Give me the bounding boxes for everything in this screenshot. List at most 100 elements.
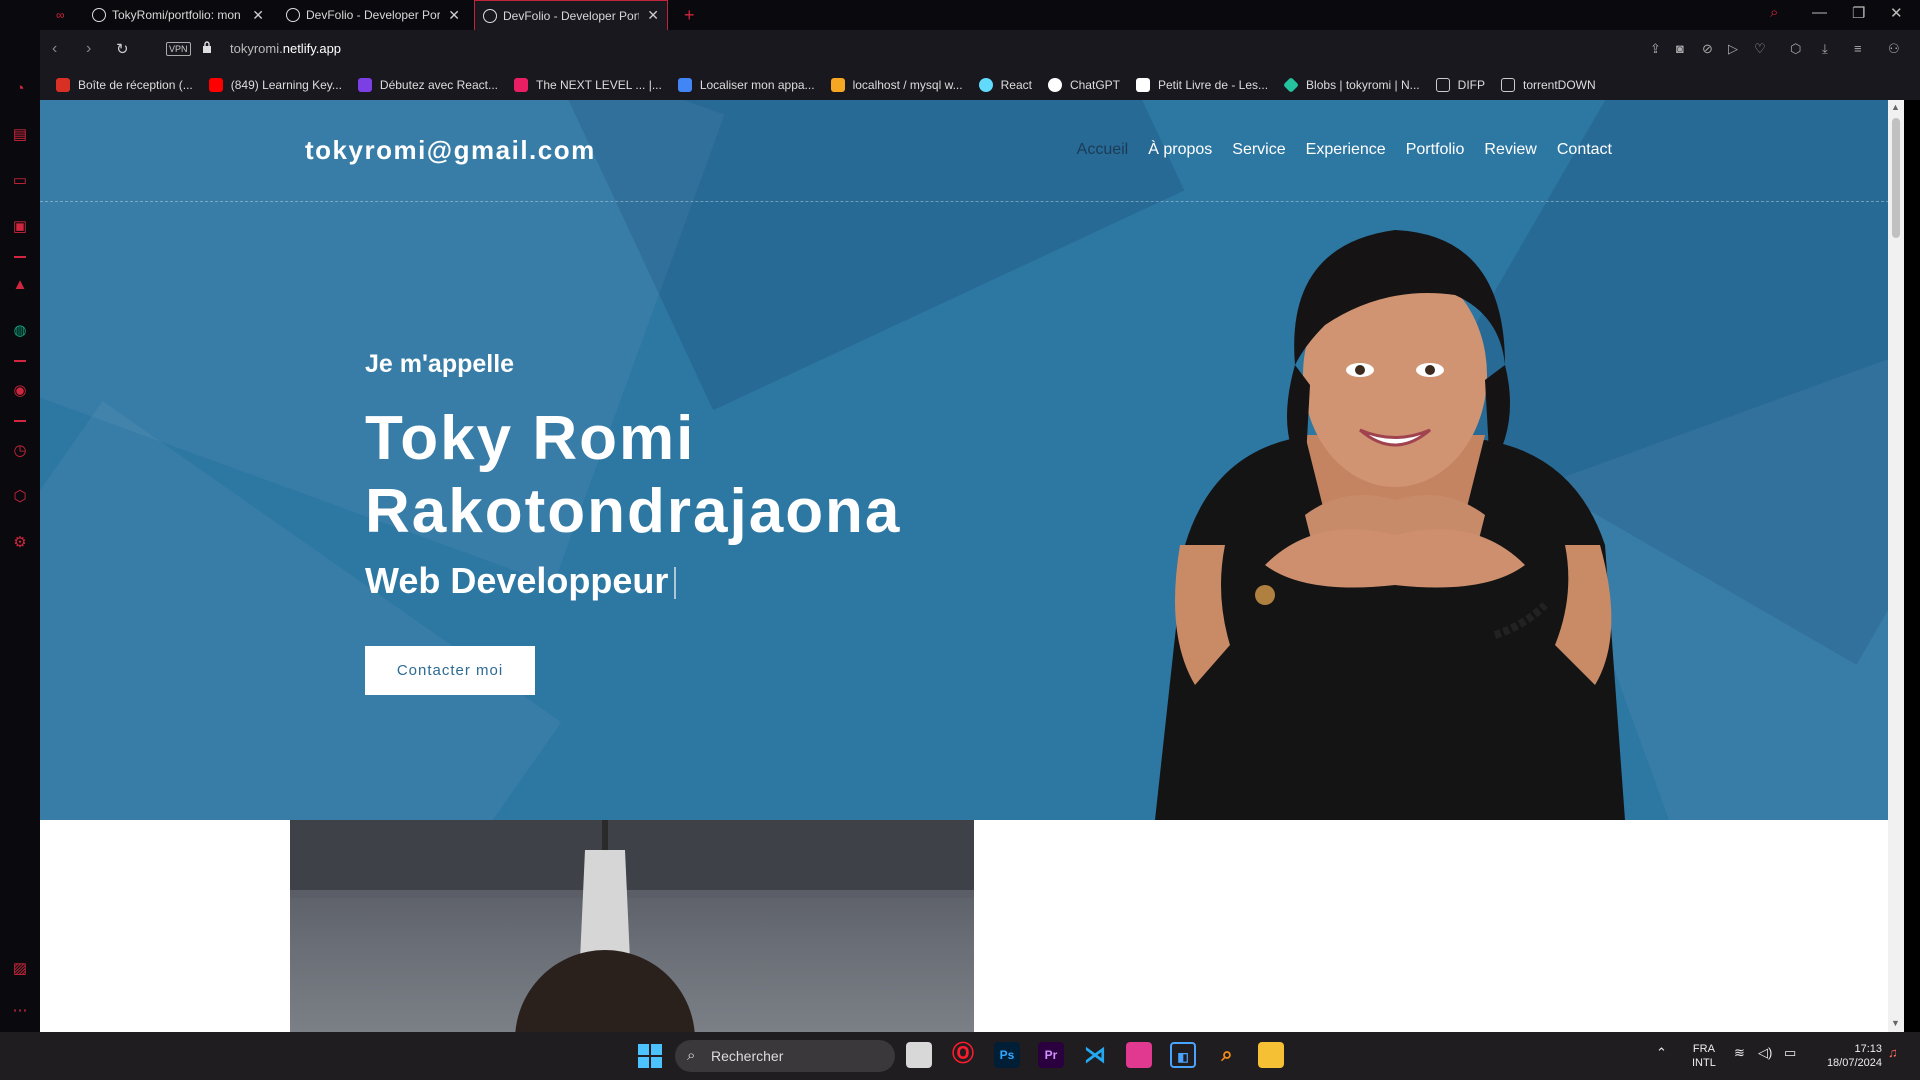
cube-icon[interactable]: ⬡ [11,488,29,506]
close-icon[interactable]: ✕ [647,7,659,24]
twitch-icon[interactable]: ▭ [11,172,29,190]
player-icon[interactable]: ◉ [11,382,29,400]
more-icon[interactable]: ⋯ [11,1002,29,1020]
search-tabs-icon[interactable]: ⌕ [1770,4,1778,21]
search-app-icon[interactable]: ⌕ [1214,1042,1240,1068]
bookmark-localiser[interactable]: Localiser mon appa... [677,78,815,92]
bookmark-petit-livre[interactable]: Petit Livre de - Les... [1135,78,1268,92]
nav-a-propos[interactable]: À propos [1148,141,1212,159]
gallery-icon[interactable]: ▨ [11,960,29,978]
nav-contact[interactable]: Contact [1557,141,1612,159]
sidebar-divider [14,420,26,422]
bookmark-label: Boîte de réception (... [78,78,193,92]
minimize-button[interactable]: — [1812,4,1827,21]
easy-setup-icon[interactable]: ≡ [1854,41,1862,56]
scrollbar-thumb[interactable] [1892,118,1900,238]
back-button[interactable]: ‹ [52,40,57,58]
nav-experience[interactable]: Experience [1306,141,1386,159]
bookmark-netlify-blobs[interactable]: Blobs | tokyromi | N... [1283,77,1420,93]
nav-review[interactable]: Review [1484,141,1536,159]
opera-taskbar-icon[interactable]: Ⓞ [950,1042,976,1068]
tab-islands-icon[interactable]: ∞ [48,0,78,30]
wifi-icon[interactable]: ≋ [1734,1046,1745,1060]
close-window-button[interactable]: ✕ [1890,4,1903,22]
language-indicator[interactable]: FRA INTL [1692,1042,1716,1070]
app-window-icon[interactable]: ◧ [1170,1042,1196,1068]
tab-devfolio[interactable]: DevFolio - Developer Portfo ✕ [278,0,468,30]
clock-date: 18/07/2024 [1826,1057,1882,1069]
bookmark-react-course[interactable]: Débutez avec React... [357,78,498,92]
share-icon[interactable]: ⇪ [1650,41,1661,57]
send-icon[interactable]: ▷ [1728,41,1738,57]
windows-start-icon[interactable] [638,1044,662,1068]
settings-icon[interactable]: ⚙ [11,534,29,552]
download-icon[interactable]: ⤓ [1822,41,1828,57]
restore-button[interactable]: ❐ [1852,4,1865,22]
page-scrollbar[interactable]: ▲ ▼ [1888,100,1904,1032]
taskbar-search[interactable]: ⌕ Rechercher [675,1040,895,1072]
notification-bell-icon[interactable]: ♫ [1888,1046,1898,1060]
close-icon[interactable]: ✕ [252,7,264,24]
extension-icon[interactable]: ▣ [11,218,29,236]
site-logo[interactable]: tokyromi@gmail.com [305,135,596,166]
aria-icon[interactable]: ▲ [11,276,29,294]
volume-icon[interactable]: ◁) [1758,1046,1772,1060]
vpn-badge[interactable]: VPN [166,42,191,56]
bookmark-label: React [1000,78,1032,92]
hero-name-line2: Rakotondrajaona [365,477,902,546]
bookmark-label: Débutez avec React... [379,78,498,92]
bookmark-chatgpt[interactable]: ChatGPT [1047,78,1120,92]
nav-portfolio[interactable]: Portfolio [1406,141,1465,159]
vscode-icon[interactable]: ⋊ [1082,1042,1108,1068]
lock-icon[interactable] [202,41,212,53]
url-text[interactable]: tokyromi.netlify.app [230,41,341,56]
adblock-icon[interactable]: ⊘ [1702,41,1713,57]
photoshop-icon[interactable]: Ps [994,1042,1020,1068]
nav-accueil[interactable]: Accueil [1077,141,1129,159]
chatgpt-icon[interactable]: ◍ [11,322,29,340]
battery-icon[interactable]: ▭ [1784,1046,1796,1060]
app-pink-icon[interactable] [1126,1042,1152,1068]
tab-devfolio-active[interactable]: DevFolio - Developer Portfo ✕ [474,0,668,30]
contact-button[interactable]: Contacter moi [365,646,535,695]
bookmark-folder-torrentdown[interactable]: torrentDOWN [1501,78,1596,92]
nav-service[interactable]: Service [1232,141,1285,159]
profile-icon[interactable]: ⚇ [1888,41,1900,57]
hero-role-text: Web Developpeur [365,560,669,601]
shopping-icon[interactable]: ▤ [11,126,29,144]
bookmark-react[interactable]: React [978,78,1032,92]
tray-chevron-icon[interactable]: ⌃ [1656,1046,1667,1060]
close-icon[interactable]: ✕ [448,7,460,24]
forward-button[interactable]: › [86,40,91,58]
bookmark-gmail[interactable]: Boîte de réception (... [56,78,193,92]
clock[interactable]: 17:13 18/07/2024 [1812,1042,1882,1070]
bookmark-folder-difp[interactable]: DIFP [1435,78,1485,92]
heart-icon[interactable]: ♡ [1754,41,1766,57]
task-view-icon[interactable] [906,1042,932,1068]
reload-button[interactable]: ↻ [116,40,129,58]
bookmark-phpmyadmin[interactable]: localhost / mysql w... [830,78,963,92]
bookmark-label: DIFP [1457,78,1485,92]
premiere-icon[interactable]: Pr [1038,1042,1064,1068]
camera-icon[interactable]: ◙ [1676,41,1684,56]
cube-icon[interactable]: ⬡ [1790,41,1801,57]
main-nav: Accueil À propos Service Experience Port… [1077,141,1612,159]
lang-code: FRA [1692,1043,1715,1055]
gmail-icon [56,78,70,92]
new-tab-button[interactable]: + [676,0,703,30]
speed-dial-icon[interactable]: ◔ [11,80,29,98]
tab-github[interactable]: TokyRomi/portfolio: mon p ✕ [84,0,272,30]
bookmark-label: torrentDOWN [1523,78,1596,92]
sidebar-divider [14,360,26,362]
bookmark-label: ChatGPT [1069,78,1120,92]
scroll-down-icon[interactable]: ▼ [1891,1018,1900,1028]
v-icon [1135,78,1150,92]
hero-section: tokyromi@gmail.com Accueil À propos Serv… [40,100,1904,820]
bookmark-youtube[interactable]: (849) Learning Key... [208,78,342,92]
scroll-up-icon[interactable]: ▲ [1891,102,1900,112]
file-explorer-icon[interactable] [1258,1042,1284,1068]
history-icon[interactable]: ◷ [11,442,29,460]
bookmark-label: localhost / mysql w... [852,78,963,92]
globe-icon [286,8,300,22]
bookmark-next-level[interactable]: The NEXT LEVEL ... |... [513,78,662,92]
